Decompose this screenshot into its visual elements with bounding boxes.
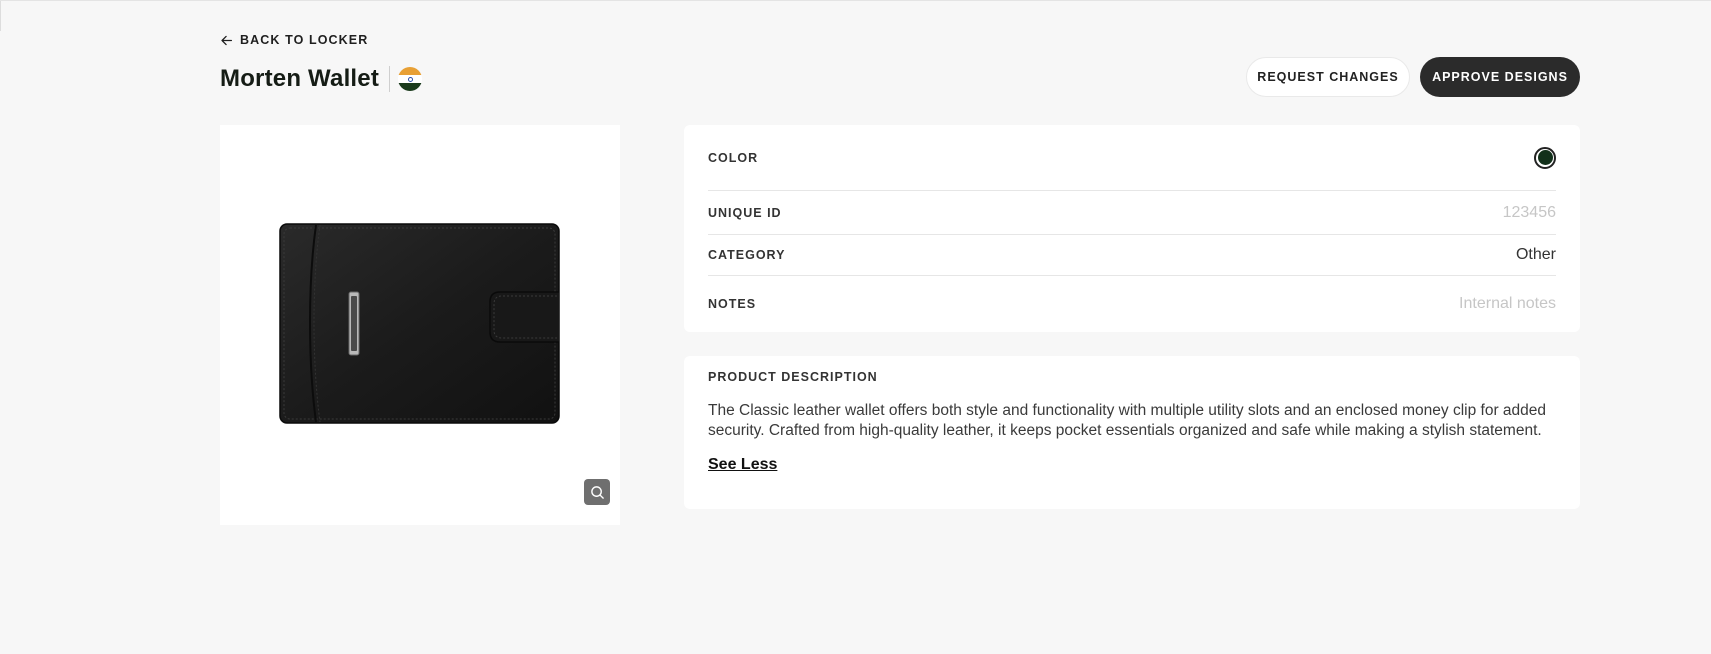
color-swatch[interactable] [1534,146,1556,169]
description-text: The Classic leather wallet offers both s… [708,402,1547,439]
notes-field[interactable]: Internal notes [1459,295,1556,313]
back-to-locker-link[interactable]: BACK TO LOCKER [220,33,368,47]
color-swatch-fill [1537,150,1553,165]
title-row: Morten Wallet [220,65,423,93]
product-details-card: COLOR UNIQUE ID 123456 CATEGORY Other NO… [684,125,1580,332]
description-heading: PRODUCT DESCRIPTION [708,370,878,384]
unique-id-row: UNIQUE ID 123456 [708,191,1556,235]
notes-row: NOTES Internal notes [708,276,1556,332]
window-edge [0,1,1,31]
request-changes-button[interactable]: REQUEST CHANGES [1246,57,1410,97]
category-label: CATEGORY [708,248,786,262]
zoom-button[interactable] [584,479,610,505]
arrow-left-icon [221,35,233,45]
see-less-link[interactable]: See Less [708,456,777,474]
notes-label: NOTES [708,297,757,311]
search-icon [590,485,604,499]
back-link-label: BACK TO LOCKER [240,33,369,47]
color-label: COLOR [708,150,759,165]
title-divider [389,66,391,92]
category-value[interactable]: Other [1516,246,1556,264]
product-description-card: PRODUCT DESCRIPTION The Classic leather … [684,356,1580,509]
color-row: COLOR [708,125,1556,191]
page-title: Morten Wallet [220,65,380,92]
product-image-panel [220,125,620,525]
india-flag-icon [398,67,423,91]
unique-id-field[interactable]: 123456 [1503,204,1556,222]
product-image[interactable] [278,222,561,425]
approve-designs-button[interactable]: APPROVE DESIGNS [1420,57,1580,97]
category-row: CATEGORY Other [708,235,1556,276]
unique-id-label: UNIQUE ID [708,205,782,220]
